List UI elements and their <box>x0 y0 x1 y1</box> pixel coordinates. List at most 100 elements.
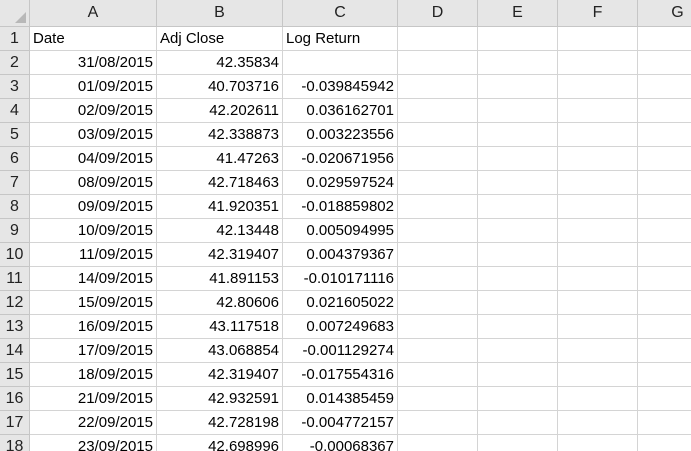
row-header-8[interactable]: 8 <box>0 195 30 219</box>
cell-c14[interactable]: -0.001129274 <box>283 339 398 363</box>
cell-f3[interactable] <box>558 75 638 99</box>
cell-d4[interactable] <box>398 99 478 123</box>
row-header-9[interactable]: 9 <box>0 219 30 243</box>
cell-c8[interactable]: -0.018859802 <box>283 195 398 219</box>
cell-g10[interactable] <box>638 243 691 267</box>
column-header-e[interactable]: E <box>478 0 558 27</box>
cell-a16[interactable]: 21/09/2015 <box>30 387 157 411</box>
cell-b14[interactable]: 43.068854 <box>157 339 283 363</box>
cell-a13[interactable]: 16/09/2015 <box>30 315 157 339</box>
cell-e8[interactable] <box>478 195 558 219</box>
cell-d11[interactable] <box>398 267 478 291</box>
cell-d8[interactable] <box>398 195 478 219</box>
cell-g13[interactable] <box>638 315 691 339</box>
cell-e16[interactable] <box>478 387 558 411</box>
row-header-13[interactable]: 13 <box>0 315 30 339</box>
cell-f13[interactable] <box>558 315 638 339</box>
row-header-16[interactable]: 16 <box>0 387 30 411</box>
cell-b16[interactable]: 42.932591 <box>157 387 283 411</box>
cell-f1[interactable] <box>558 27 638 51</box>
cell-f8[interactable] <box>558 195 638 219</box>
cell-b18[interactable]: 42.698996 <box>157 435 283 451</box>
cell-a18[interactable]: 23/09/2015 <box>30 435 157 451</box>
cell-e12[interactable] <box>478 291 558 315</box>
cell-e10[interactable] <box>478 243 558 267</box>
cell-b12[interactable]: 42.80606 <box>157 291 283 315</box>
cell-d3[interactable] <box>398 75 478 99</box>
cell-d9[interactable] <box>398 219 478 243</box>
row-header-12[interactable]: 12 <box>0 291 30 315</box>
row-header-11[interactable]: 11 <box>0 267 30 291</box>
cell-e6[interactable] <box>478 147 558 171</box>
cell-b6[interactable]: 41.47263 <box>157 147 283 171</box>
row-header-15[interactable]: 15 <box>0 363 30 387</box>
cell-a17[interactable]: 22/09/2015 <box>30 411 157 435</box>
row-header-1[interactable]: 1 <box>0 27 30 51</box>
cell-e5[interactable] <box>478 123 558 147</box>
cell-d14[interactable] <box>398 339 478 363</box>
cell-d12[interactable] <box>398 291 478 315</box>
cell-g8[interactable] <box>638 195 691 219</box>
cell-c7[interactable]: 0.029597524 <box>283 171 398 195</box>
cell-a2[interactable]: 31/08/2015 <box>30 51 157 75</box>
cell-g7[interactable] <box>638 171 691 195</box>
cell-a5[interactable]: 03/09/2015 <box>30 123 157 147</box>
cell-f4[interactable] <box>558 99 638 123</box>
cell-g17[interactable] <box>638 411 691 435</box>
cell-f15[interactable] <box>558 363 638 387</box>
cell-a15[interactable]: 18/09/2015 <box>30 363 157 387</box>
cell-f5[interactable] <box>558 123 638 147</box>
cell-c5[interactable]: 0.003223556 <box>283 123 398 147</box>
cell-g15[interactable] <box>638 363 691 387</box>
cell-b17[interactable]: 42.728198 <box>157 411 283 435</box>
cell-d16[interactable] <box>398 387 478 411</box>
cell-g5[interactable] <box>638 123 691 147</box>
column-header-d[interactable]: D <box>398 0 478 27</box>
row-header-17[interactable]: 17 <box>0 411 30 435</box>
cell-a7[interactable]: 08/09/2015 <box>30 171 157 195</box>
cell-d6[interactable] <box>398 147 478 171</box>
cell-c13[interactable]: 0.007249683 <box>283 315 398 339</box>
cell-d18[interactable] <box>398 435 478 451</box>
cell-e3[interactable] <box>478 75 558 99</box>
cell-e17[interactable] <box>478 411 558 435</box>
cell-f11[interactable] <box>558 267 638 291</box>
cell-e13[interactable] <box>478 315 558 339</box>
cell-b10[interactable]: 42.319407 <box>157 243 283 267</box>
cell-b8[interactable]: 41.920351 <box>157 195 283 219</box>
cell-e15[interactable] <box>478 363 558 387</box>
cell-c16[interactable]: 0.014385459 <box>283 387 398 411</box>
cell-a14[interactable]: 17/09/2015 <box>30 339 157 363</box>
cell-c6[interactable]: -0.020671956 <box>283 147 398 171</box>
cell-g3[interactable] <box>638 75 691 99</box>
cell-e2[interactable] <box>478 51 558 75</box>
cell-e7[interactable] <box>478 171 558 195</box>
cell-c1[interactable]: Log Return <box>283 27 398 51</box>
column-header-a[interactable]: A <box>30 0 157 27</box>
cell-d7[interactable] <box>398 171 478 195</box>
cell-a3[interactable]: 01/09/2015 <box>30 75 157 99</box>
cell-a8[interactable]: 09/09/2015 <box>30 195 157 219</box>
cell-g4[interactable] <box>638 99 691 123</box>
cell-c4[interactable]: 0.036162701 <box>283 99 398 123</box>
cell-a9[interactable]: 10/09/2015 <box>30 219 157 243</box>
cell-b11[interactable]: 41.891153 <box>157 267 283 291</box>
cell-c9[interactable]: 0.005094995 <box>283 219 398 243</box>
cell-d1[interactable] <box>398 27 478 51</box>
cell-f2[interactable] <box>558 51 638 75</box>
cell-g6[interactable] <box>638 147 691 171</box>
cell-c12[interactable]: 0.021605022 <box>283 291 398 315</box>
cell-e18[interactable] <box>478 435 558 451</box>
cell-d15[interactable] <box>398 363 478 387</box>
cell-g18[interactable] <box>638 435 691 451</box>
cell-a10[interactable]: 11/09/2015 <box>30 243 157 267</box>
row-header-5[interactable]: 5 <box>0 123 30 147</box>
column-header-f[interactable]: F <box>558 0 638 27</box>
cell-e9[interactable] <box>478 219 558 243</box>
column-header-c[interactable]: C <box>283 0 398 27</box>
row-header-2[interactable]: 2 <box>0 51 30 75</box>
cell-c11[interactable]: -0.010171116 <box>283 267 398 291</box>
cell-d13[interactable] <box>398 315 478 339</box>
cell-f10[interactable] <box>558 243 638 267</box>
cell-f17[interactable] <box>558 411 638 435</box>
